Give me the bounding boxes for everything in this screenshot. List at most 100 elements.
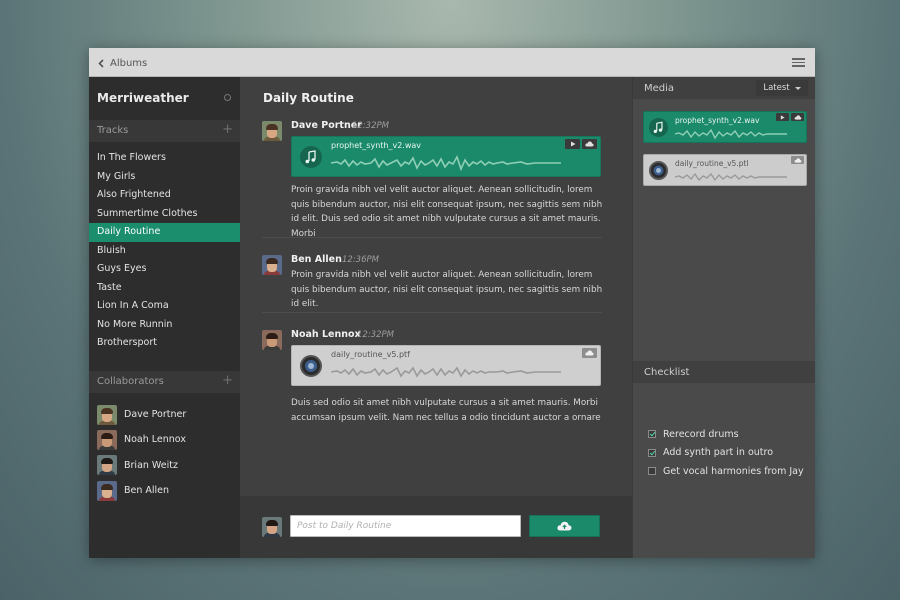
- avatar: [97, 455, 117, 476]
- collaborator-item[interactable]: Brian Weitz: [97, 453, 186, 478]
- collaborators-heading: Collaborators: [97, 376, 164, 387]
- page-title: Daily Routine: [263, 91, 354, 105]
- cloud-download-icon[interactable]: [582, 139, 597, 149]
- post: Ben Allen 12:36PM Proin gravida nibh vel…: [262, 254, 602, 309]
- collaborator-list: Dave Portner Noah Lennox Brian Weitz Ben…: [97, 402, 186, 503]
- music-note-icon: [300, 146, 322, 168]
- sidebar-item-track[interactable]: Summertime Clothes: [89, 205, 240, 224]
- avatar: [262, 255, 282, 275]
- avatar: [97, 404, 117, 425]
- checklist-heading: Checklist: [644, 367, 690, 378]
- cloud-download-icon[interactable]: [791, 156, 804, 164]
- sidebar: Merriweather Tracks + In The Flowers My …: [89, 77, 240, 558]
- settings-icon[interactable]: [224, 94, 231, 101]
- checklist-label: Rerecord drums: [663, 428, 739, 440]
- media-section-header: Media Latest: [633, 77, 815, 99]
- add-track-icon[interactable]: +: [222, 122, 233, 137]
- avatar: [97, 429, 117, 450]
- add-collaborator-icon[interactable]: +: [222, 373, 233, 388]
- back-to-albums-button[interactable]: Albums: [98, 55, 147, 71]
- post-composer: [240, 496, 632, 558]
- post-body: Proin gravida nibh vel velit auctor aliq…: [291, 270, 603, 310]
- collaborator-item[interactable]: Noah Lennox: [97, 427, 186, 452]
- collaborator-name: Brian Weitz: [124, 459, 178, 471]
- app-window: Albums Merriweather Tracks + In The Flow…: [89, 48, 815, 558]
- attachment-filename: daily_routine_v5.ptf: [331, 350, 410, 359]
- sidebar-item-track[interactable]: No More Runnin: [89, 316, 240, 335]
- post-time: 12:32PM: [357, 330, 394, 340]
- sidebar-item-track[interactable]: Guys Eyes: [89, 260, 240, 279]
- cloud-upload-icon: [557, 521, 572, 531]
- attachment-filename: prophet_synth_v2.wav: [331, 141, 422, 150]
- checklist-label: Get vocal harmonies from Jay: [663, 465, 804, 477]
- post: Noah Lennox 12:32PM daily_routine_v5.ptf…: [262, 329, 602, 430]
- checkbox-unchecked[interactable]: [648, 467, 656, 476]
- cloud-download-icon[interactable]: [791, 113, 804, 121]
- play-button[interactable]: [776, 113, 789, 121]
- media-filename: daily_routine_v5.ptl: [675, 159, 749, 168]
- post-divider: [262, 312, 602, 313]
- checklist: Rerecord drums Add synth part in outro G…: [648, 425, 804, 481]
- collaborator-name: Dave Portner: [124, 409, 187, 421]
- checkbox-checked[interactable]: [648, 430, 656, 439]
- chevron-left-icon: [98, 58, 104, 68]
- sidebar-item-track[interactable]: Lion In A Coma: [89, 297, 240, 316]
- checklist-label: Add synth part in outro: [663, 447, 774, 459]
- speaker-icon: [649, 161, 668, 180]
- waveform-icon: [675, 128, 787, 140]
- checkbox-checked[interactable]: [648, 448, 656, 457]
- sort-dropdown[interactable]: Latest: [756, 80, 808, 96]
- tracks-heading: Tracks: [97, 125, 129, 136]
- audio-attachment[interactable]: daily_routine_v5.ptf: [291, 345, 601, 386]
- post-divider: [262, 237, 602, 238]
- chevron-down-icon: [794, 86, 801, 90]
- top-bar: Albums: [89, 48, 815, 77]
- sidebar-item-track[interactable]: Bluish: [89, 242, 240, 261]
- avatar: [97, 480, 117, 501]
- sidebar-item-track[interactable]: Taste: [89, 279, 240, 298]
- music-note-icon: [649, 118, 668, 137]
- sidebar-item-track[interactable]: In The Flowers: [89, 149, 240, 168]
- collaborator-item[interactable]: Dave Portner: [97, 402, 186, 427]
- collaborator-name: Noah Lennox: [124, 434, 186, 446]
- media-heading: Media: [644, 83, 675, 94]
- menu-icon[interactable]: [792, 58, 805, 67]
- post-author[interactable]: Ben Allen: [291, 254, 342, 265]
- tracks-section-header: Tracks +: [89, 120, 240, 142]
- waveform-icon: [675, 172, 787, 182]
- sidebar-item-track[interactable]: Brothersport: [89, 334, 240, 353]
- back-label: Albums: [110, 57, 148, 69]
- cloud-download-icon[interactable]: [582, 348, 597, 358]
- waveform-icon: [331, 366, 561, 378]
- post-time: 12:36PM: [342, 255, 379, 265]
- sidebar-item-track-active[interactable]: Daily Routine: [89, 223, 240, 242]
- post-body: Duis sed odio sit amet nibh vulputate cu…: [291, 398, 601, 423]
- media-filename: prophet_synth_v2.wav: [675, 116, 760, 125]
- speaker-icon: [300, 355, 322, 377]
- collaborator-item[interactable]: Ben Allen: [97, 478, 186, 503]
- checklist-item[interactable]: Get vocal harmonies from Jay: [648, 462, 804, 481]
- sidebar-item-track[interactable]: My Girls: [89, 168, 240, 187]
- post-body: Proin gravida nibh vel velit auctor aliq…: [291, 185, 603, 239]
- media-item[interactable]: prophet_synth_v2.wav: [643, 111, 807, 143]
- avatar: [262, 517, 282, 537]
- checklist-item[interactable]: Rerecord drums: [648, 425, 804, 444]
- track-list: In The Flowers My Girls Also Frightened …: [89, 149, 240, 353]
- main-feed: Daily Routine Dave Portner 12:32PM proph…: [240, 77, 632, 558]
- play-button[interactable]: [565, 139, 580, 149]
- waveform-icon: [331, 155, 561, 172]
- right-panel: Media Latest prophet_synth_v2.wav daily_…: [632, 77, 815, 558]
- media-item[interactable]: daily_routine_v5.ptl: [643, 154, 807, 186]
- post-input[interactable]: [290, 515, 521, 537]
- collaborator-name: Ben Allen: [124, 485, 170, 497]
- post-author[interactable]: Noah Lennox: [291, 329, 361, 340]
- checklist-item[interactable]: Add synth part in outro: [648, 444, 804, 463]
- sidebar-item-track[interactable]: Also Frightened: [89, 186, 240, 205]
- audio-attachment[interactable]: prophet_synth_v2.wav: [291, 136, 601, 177]
- avatar: [262, 121, 282, 141]
- collaborators-section-header: Collaborators +: [89, 371, 240, 393]
- post-time: 12:32PM: [352, 121, 389, 131]
- checklist-section-header: Checklist: [633, 361, 815, 383]
- upload-button[interactable]: [529, 515, 600, 537]
- avatar: [262, 330, 282, 350]
